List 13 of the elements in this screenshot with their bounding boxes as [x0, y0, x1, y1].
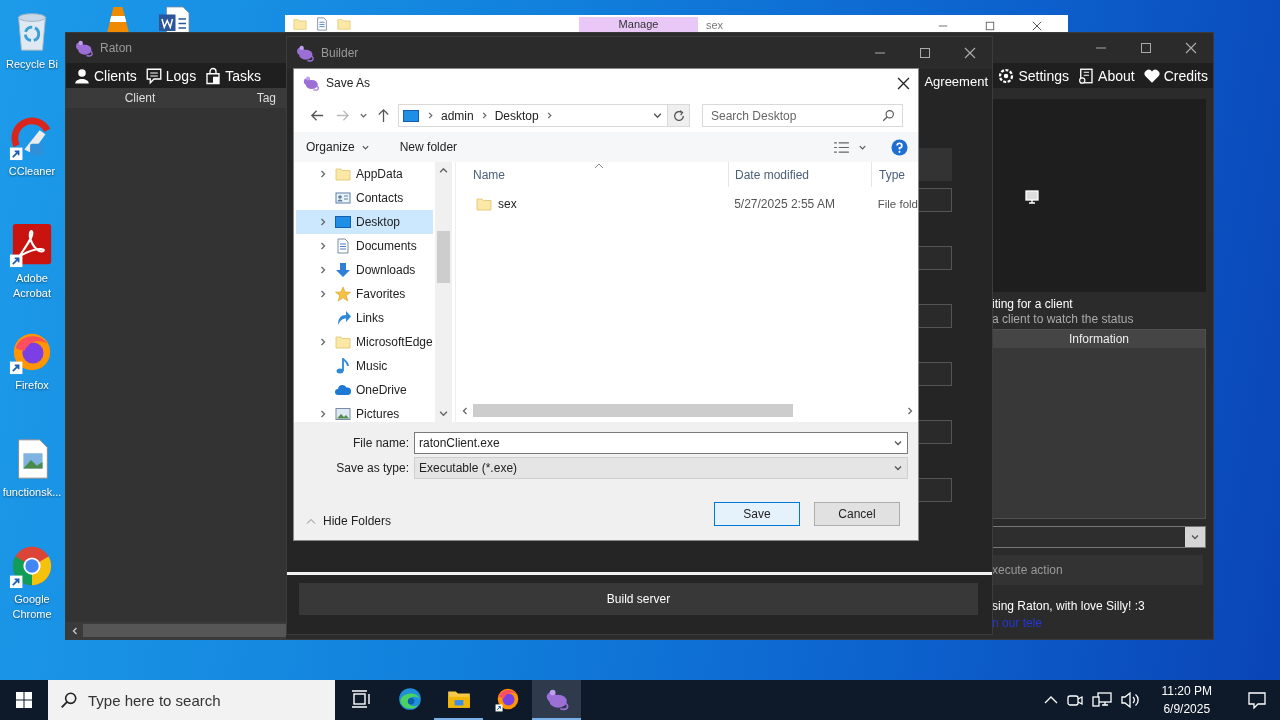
- window-title: sex: [706, 18, 724, 32]
- table-cell-text: 5/27/2025 2:55 AM: [733, 197, 836, 211]
- table-cell-text: File fold: [876, 198, 918, 210]
- dialog-title: Save As: [326, 76, 371, 90]
- clock-date: 6/9/2025: [1163, 701, 1211, 718]
- field-label: Save as type:: [335, 461, 410, 475]
- footer-text: sing Raton, with love Silly! :3: [992, 599, 1146, 613]
- window-title: Builder: [321, 46, 359, 60]
- field-label: File name:: [351, 436, 410, 450]
- clock-time: 11:20 PM: [1161, 683, 1212, 700]
- status-hint: a client to watch the status: [992, 312, 1135, 326]
- window-title: Raton: [100, 41, 133, 55]
- status-title: iting for a client: [992, 297, 1074, 311]
